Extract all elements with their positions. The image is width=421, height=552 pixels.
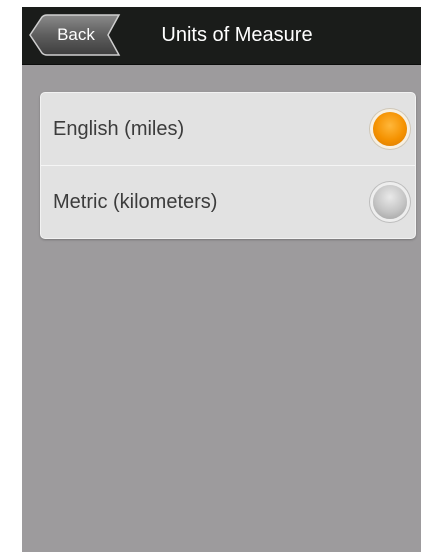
app-screen: Back Units of Measure English (miles) Me… — [22, 7, 421, 552]
radio-unselected-icon[interactable] — [373, 185, 407, 219]
page-title: Units of Measure — [161, 24, 313, 46]
header-bar: Back Units of Measure — [22, 7, 421, 65]
units-options-list: English (miles) Metric (kilometers) — [40, 92, 416, 239]
back-button-label: Back — [57, 25, 95, 44]
back-button[interactable]: Back — [28, 14, 122, 56]
option-english-label: English (miles) — [53, 118, 185, 140]
option-metric-label: Metric (kilometers) — [53, 191, 218, 213]
option-metric-kilometers[interactable]: Metric (kilometers) — [41, 166, 415, 238]
option-english-miles[interactable]: English (miles) — [41, 93, 415, 166]
radio-selected-icon[interactable] — [373, 112, 407, 146]
